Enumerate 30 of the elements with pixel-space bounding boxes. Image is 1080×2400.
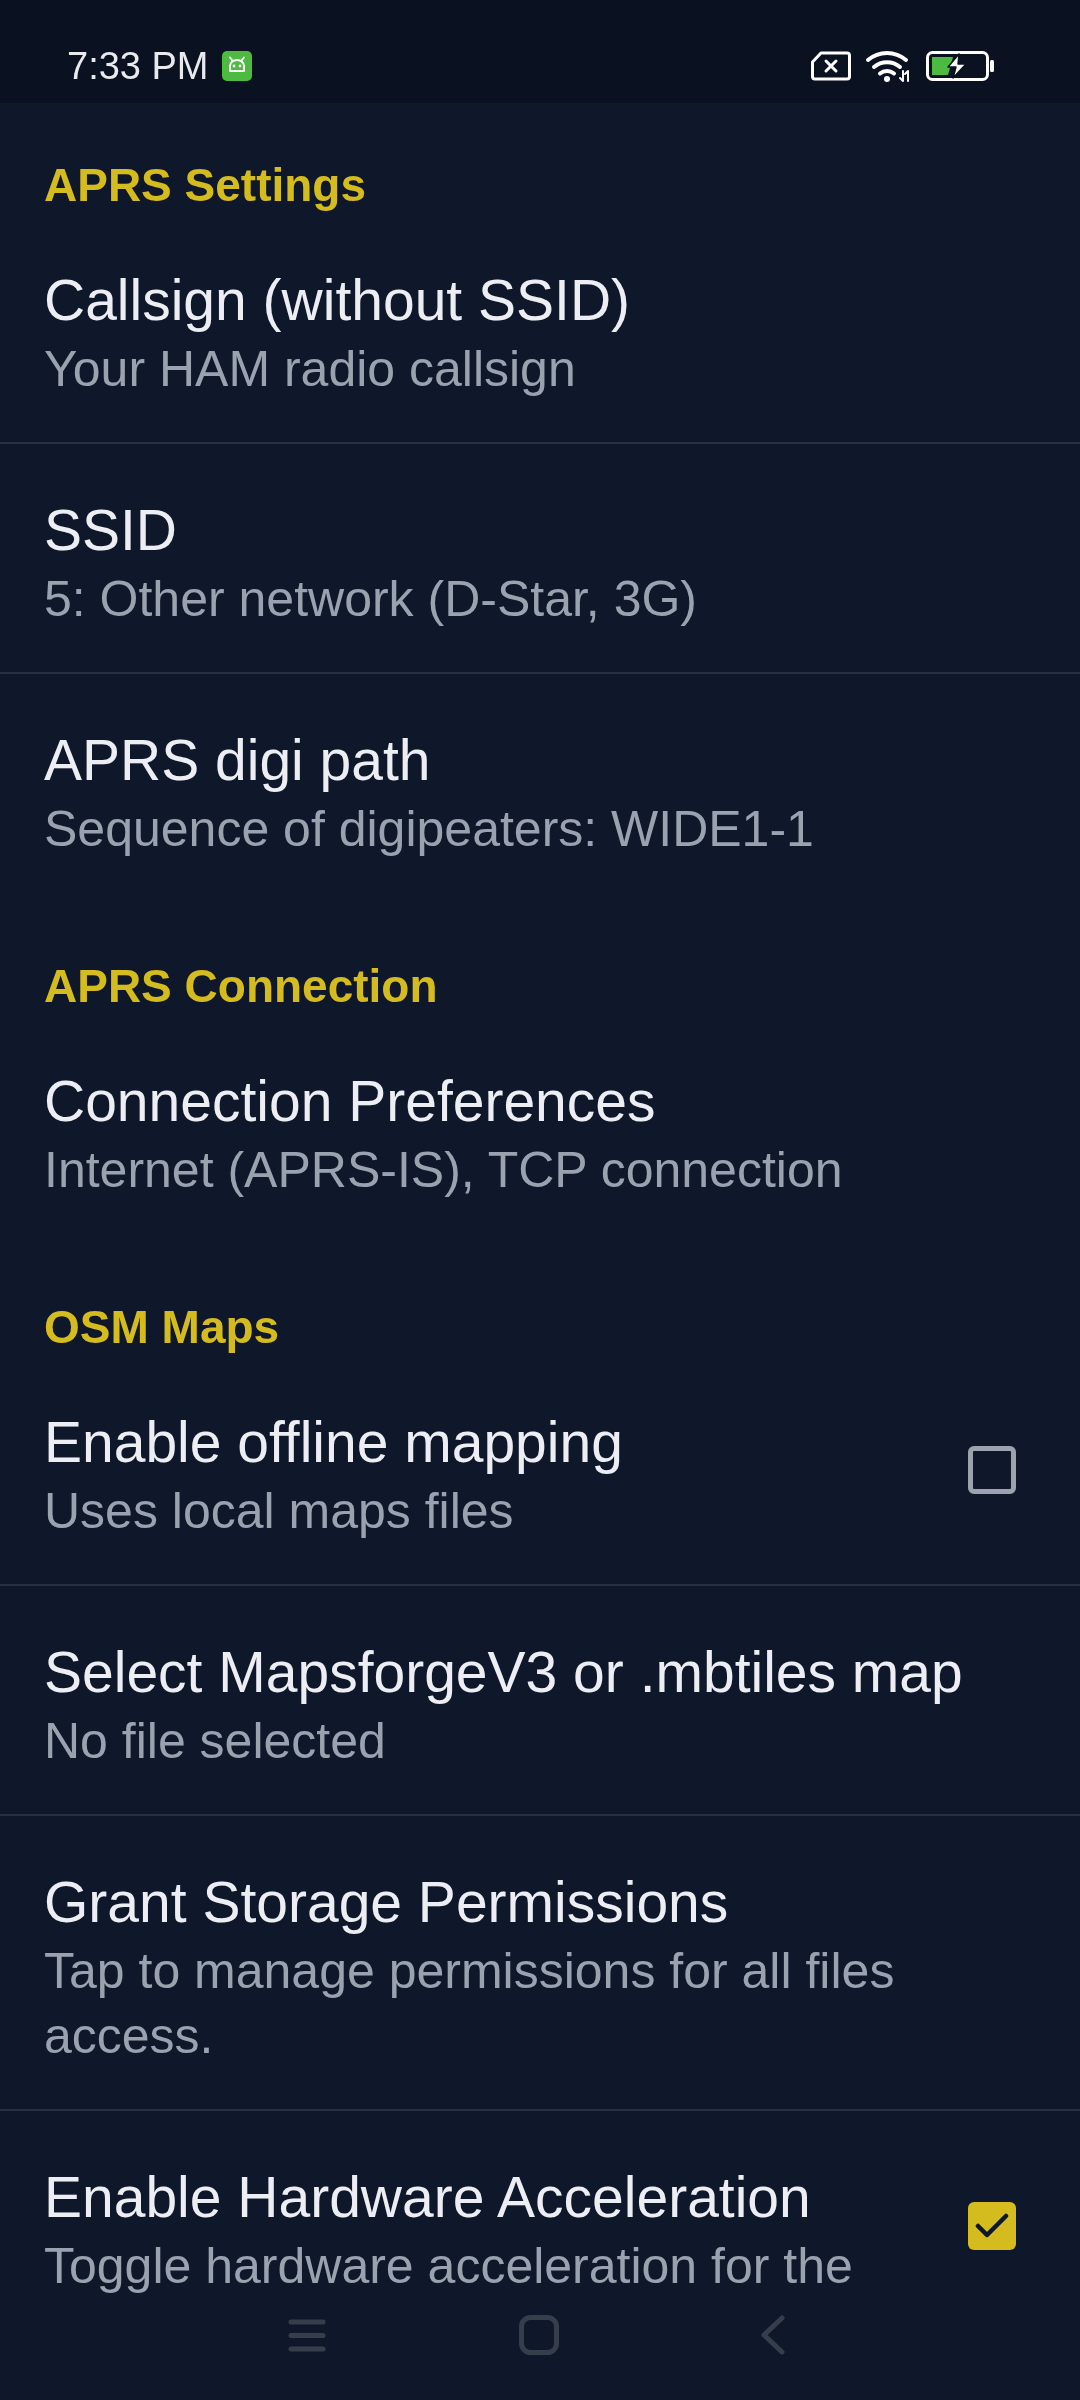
setting-summary: 5: Other network (D-Star, 3G) (44, 570, 698, 629)
setting-summary: No file selected (44, 1712, 387, 1771)
section-heading: APRS Connection (44, 960, 438, 1012)
setting-title: Enable offline mapping (44, 1409, 624, 1475)
setting-summary: Your HAM radio callsign (44, 340, 577, 399)
setting-title: Select MapsforgeV3 or .mbtiles map (44, 1639, 964, 1705)
checkbox[interactable] (968, 2202, 1016, 2250)
setting-title: Callsign (without SSID) (44, 267, 632, 333)
setting-title: Grant Storage Permissions (44, 1869, 730, 1935)
setting-title: APRS digi path (44, 727, 432, 793)
battery-charging-icon (926, 50, 995, 81)
back-icon[interactable] (760, 2315, 785, 2355)
setting-summary: Sequence of digipeaters: WIDE1-1 (44, 800, 815, 859)
setting-title: Connection Preferences (44, 1068, 657, 1134)
wifi-icon (865, 48, 912, 83)
setting-title: SSID (44, 497, 179, 563)
setting-summary: Internet (APRS-IS), TCP connection (44, 1141, 844, 1200)
menu-icon[interactable] (288, 2317, 326, 2353)
checkbox[interactable] (968, 1446, 1016, 1494)
setting-summary: Tap to manage permissions for all files access. (44, 1942, 896, 2066)
setting-summary: Uses local maps files (44, 1482, 515, 1541)
setting-summary: Toggle hardware acceleration for the (44, 2237, 854, 2296)
sim-x-icon (811, 50, 851, 81)
section-heading: OSM Maps (44, 1301, 280, 1353)
status-time: 7:33 PM (67, 43, 209, 88)
setting-title: Enable Hardware Acceleration (44, 2164, 812, 2230)
home-icon[interactable] (519, 2315, 559, 2355)
checkmark-icon (975, 2213, 1009, 2239)
robot-icon (221, 50, 252, 81)
section-heading: APRS Settings (44, 159, 367, 211)
